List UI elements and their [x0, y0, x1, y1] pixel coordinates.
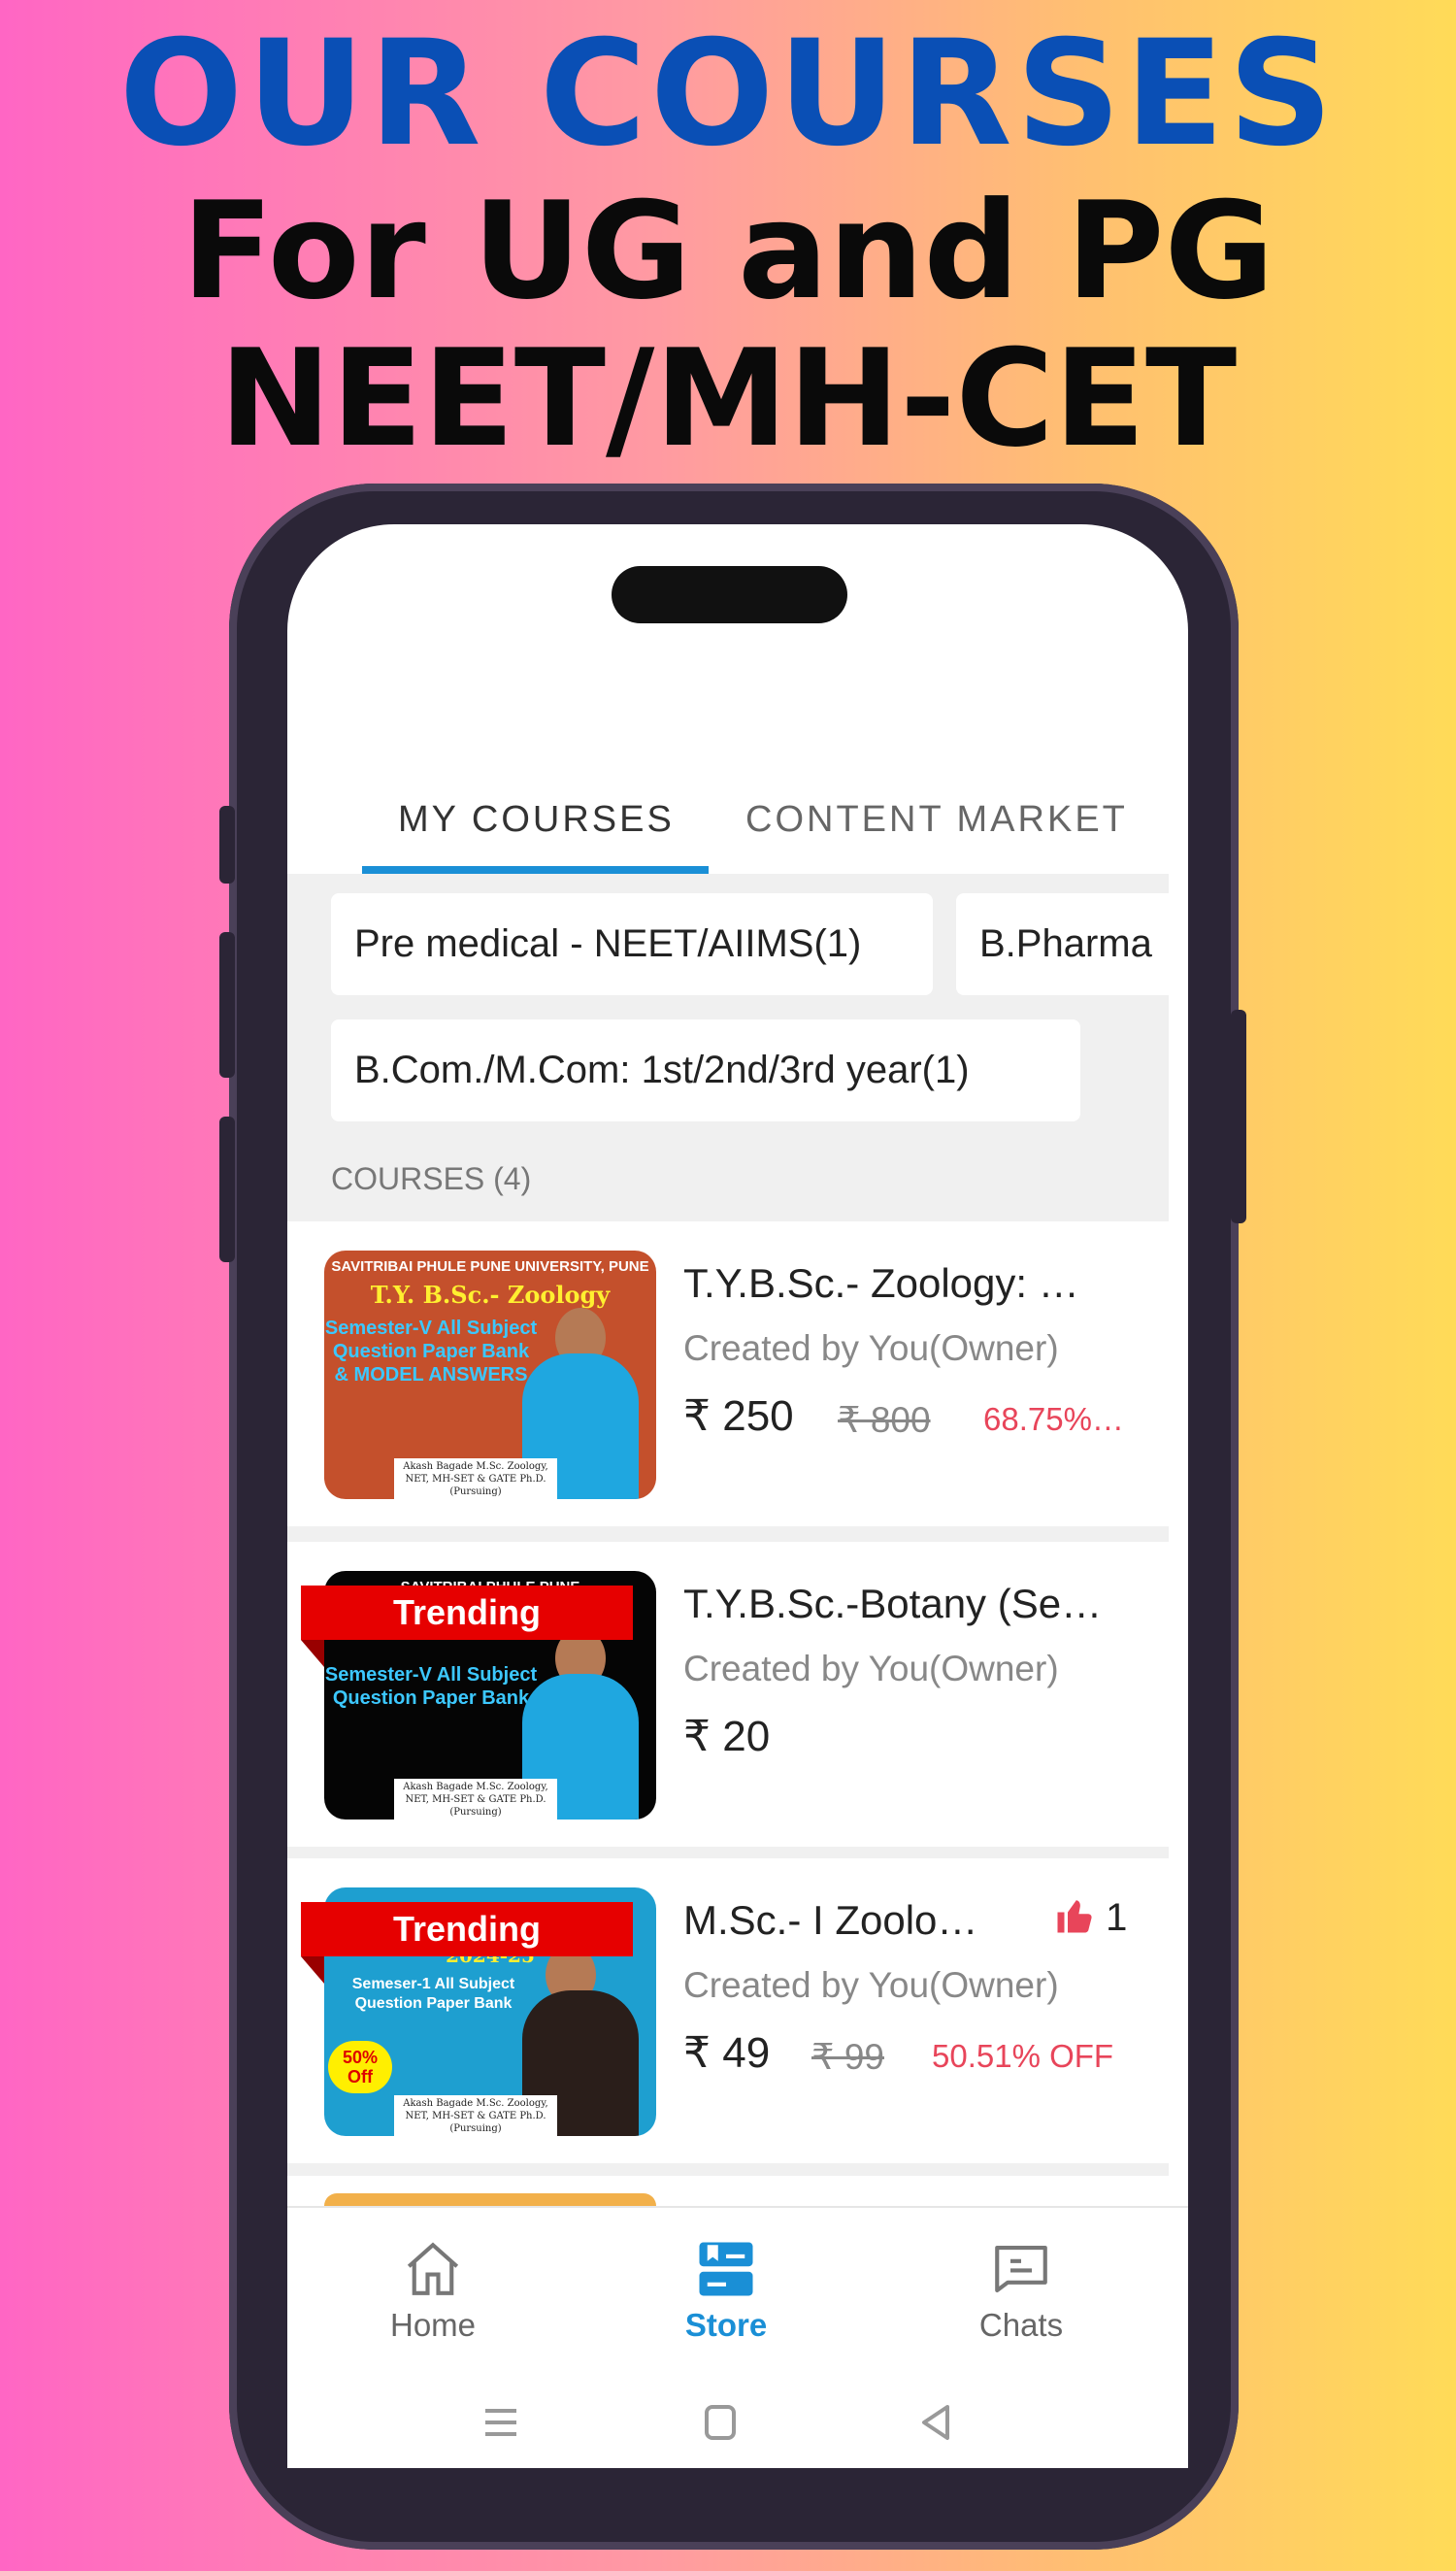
store-icon	[699, 2242, 753, 2296]
discount-label: 50.51% OFF	[932, 2038, 1114, 2074]
content-area: Pre medical - NEET/AIIMS(1) B.Pharma B.C…	[287, 874, 1169, 2206]
thumb-text: Semester-V All Subject Question Paper Ba…	[324, 1318, 538, 1386]
thumb-text: SAVITRIBAI PHULE PUNE UNIVERSITY, PUNE	[331, 1258, 649, 1275]
course-card[interactable]	[287, 2176, 1169, 2206]
course-card[interactable]: 2024-25 Semeser-1 All Subject Question P…	[287, 1858, 1169, 2163]
course-price: ₹ 20	[683, 1713, 771, 1760]
nav-store[interactable]: Store	[629, 2237, 823, 2344]
headline-title: OUR COURSES	[118, 10, 1338, 179]
original-price: ₹ 800	[838, 1400, 931, 1440]
tab-content-market[interactable]: CONTENT MARKET	[745, 771, 1128, 868]
discount-label: 68.75%…	[983, 1401, 1124, 1437]
course-thumbnail: 2024-25 Semeser-1 All Subject Question P…	[301, 1887, 656, 2136]
thumb-text: Semeser-1 All Subject Question Paper Ban…	[351, 1976, 515, 2012]
headline-exams: NEET/MH-CET	[218, 320, 1238, 477]
course-thumbnail: SAVITRIBAI PHULE PUNE UNIVERSITY, PUNE T…	[324, 1251, 656, 1499]
category-chip[interactable]: B.Pharma	[956, 893, 1169, 995]
course-creator: Created by You(Owner)	[683, 1965, 1059, 2005]
phone-button	[219, 1117, 235, 1262]
like-count[interactable]: 1	[1054, 1895, 1127, 1940]
nav-label: Chats	[978, 2307, 1064, 2343]
nav-label: Home	[389, 2307, 477, 2343]
course-creator: Created by You(Owner)	[683, 1649, 1059, 1688]
original-price: ₹ 99	[811, 2037, 884, 2077]
thumb-credit: Akash Bagade M.Sc. Zoology, NET, MH-SET …	[394, 2095, 557, 2136]
phone-screen: MY COURSES CONTENT MARKET Pre medical - …	[287, 524, 1188, 2468]
course-title[interactable]: T.Y.B.Sc.-Botany (Se…	[683, 1581, 1102, 1627]
menu-icon[interactable]	[481, 2405, 520, 2440]
category-chip[interactable]: Pre medical - NEET/AIIMS(1)	[331, 893, 933, 995]
trending-badge: Trending	[301, 1586, 633, 1640]
ribbon-fold	[301, 1640, 324, 1667]
course-title[interactable]: M.Sc.- I Zoolo…	[683, 1897, 977, 1944]
trending-badge: Trending	[301, 1902, 633, 1956]
bottom-nav: Home Store Chats	[287, 2206, 1188, 2371]
tab-bar: MY COURSES CONTENT MARKET	[287, 771, 1169, 874]
course-price: ₹ 49	[683, 2029, 771, 2077]
course-creator: Created by You(Owner)	[683, 1328, 1059, 1368]
course-thumbnail: SAVITRIBAI PHULE PUNE Semester-V All Sub…	[301, 1571, 656, 1820]
chat-icon	[995, 2245, 1047, 2293]
course-thumbnail	[324, 2193, 656, 2206]
thumb-text: Semester-V All Subject Question Paper Ba…	[324, 1664, 538, 1709]
dynamic-island	[612, 566, 847, 623]
home-icon	[407, 2242, 459, 2295]
course-card[interactable]: SAVITRIBAI PHULE PUNE Semester-V All Sub…	[287, 1542, 1169, 1847]
tab-my-courses[interactable]: MY COURSES	[398, 771, 675, 868]
thumb-credit: Akash Bagade M.Sc. Zoology, NET, MH-SET …	[394, 1458, 557, 1499]
discount-sticker: 50% Off	[328, 2041, 392, 2093]
like-number: 1	[1106, 1896, 1128, 1939]
course-card[interactable]: SAVITRIBAI PHULE PUNE UNIVERSITY, PUNE T…	[287, 1221, 1169, 1526]
course-title[interactable]: T.Y.B.Sc.- Zoology: …	[683, 1260, 1079, 1307]
category-chip[interactable]: B.Com./M.Com: 1st/2nd/3rd year(1)	[331, 1019, 1080, 1121]
course-price: ₹ 250	[683, 1392, 794, 1440]
phone-button	[219, 806, 235, 884]
ribbon-fold	[301, 1956, 324, 1984]
thumb-credit: Akash Bagade M.Sc. Zoology, NET, MH-SET …	[394, 1779, 557, 1820]
nav-label: Store	[684, 2307, 768, 2343]
thumb-text: T.Y. B.Sc.- Zoology	[370, 1281, 611, 1309]
nav-home[interactable]: Home	[336, 2237, 530, 2344]
home-square-icon[interactable]	[703, 2403, 738, 2442]
courses-count-label: COURSES (4)	[331, 1161, 532, 1196]
nav-chats[interactable]: Chats	[924, 2237, 1118, 2344]
back-icon[interactable]	[918, 2403, 953, 2442]
phone-button	[1231, 1010, 1246, 1223]
headline-subtitle: For UG and PG	[182, 173, 1274, 329]
active-tab-indicator	[362, 866, 709, 874]
thumbs-up-icon	[1057, 1900, 1092, 1933]
phone-button	[219, 932, 235, 1078]
system-nav-bar	[287, 2393, 1188, 2452]
